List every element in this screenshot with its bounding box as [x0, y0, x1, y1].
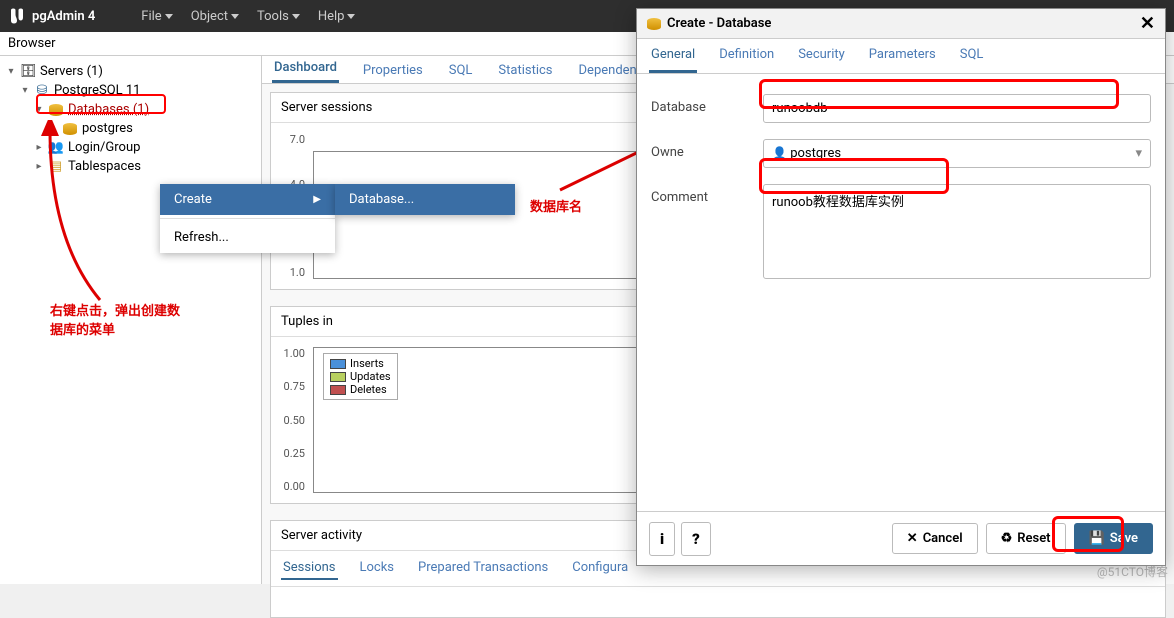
tree-tablespaces[interactable]: ▸▤Tablespaces [0, 157, 261, 176]
menu-object[interactable]: Object [191, 9, 239, 24]
database-input[interactable] [763, 94, 1151, 123]
users-icon: 👥 [48, 141, 64, 155]
database-icon [647, 18, 661, 30]
subtab-sessions[interactable]: Sessions [281, 557, 338, 580]
elephant-icon [8, 7, 26, 25]
create-database-dialog: Create - Database ✕ General Definition S… [636, 8, 1166, 566]
dialog-footer: i ? ✕Cancel ♻Reset 💾Save [637, 511, 1165, 565]
app-title: pgAdmin 4 [32, 9, 95, 24]
menu-tools[interactable]: Tools [257, 9, 300, 24]
database-icon [62, 122, 78, 136]
ctx-refresh[interactable]: Refresh... [160, 222, 335, 253]
ctx-sub-database[interactable]: Database... [335, 184, 515, 215]
activity-body [271, 587, 1165, 617]
owner-select[interactable]: 👤 postgres▾ [763, 139, 1151, 168]
annotation-menu: 右键点击，弹出创建数 据库的菜单 [50, 300, 190, 338]
tree-databases[interactable]: ▾Databases (1) [0, 100, 261, 119]
dlgtab-definition[interactable]: Definition [717, 39, 776, 73]
label-database: Database [651, 94, 751, 115]
save-icon: 💾 [1089, 531, 1105, 546]
label-owner: Owne [651, 139, 751, 160]
menu-file[interactable]: File [141, 9, 172, 24]
tree-postgresql[interactable]: ▾⛁PostgreSQL 11 [0, 81, 261, 100]
dlgtab-parameters[interactable]: Parameters [867, 39, 938, 73]
database-icon [48, 103, 64, 117]
chevron-right-icon: ▶ [313, 194, 321, 205]
servers-icon: 🗄 [20, 65, 36, 79]
y-axis-ticks: 1.000.750.500.250.00 [279, 345, 309, 495]
dlgtab-general[interactable]: General [649, 39, 697, 73]
ctx-create[interactable]: Create▶ [160, 184, 335, 215]
close-icon[interactable]: ✕ [1140, 13, 1155, 34]
tree-servers[interactable]: ▾🗄Servers (1) [0, 62, 261, 81]
subtab-locks[interactable]: Locks [358, 557, 397, 580]
close-icon: ✕ [907, 531, 918, 546]
menu-help[interactable]: Help [318, 9, 356, 24]
help-button[interactable]: ? [681, 522, 711, 556]
cancel-button[interactable]: ✕Cancel [892, 523, 978, 554]
chevron-down-icon [347, 14, 355, 19]
dialog-title: Create - Database [667, 16, 771, 31]
dialog-form: Database Owne 👤 postgres▾ Comment runoob… [637, 74, 1165, 511]
tree-login-group[interactable]: ▸👥Login/Group [0, 138, 261, 157]
reset-button[interactable]: ♻Reset [986, 523, 1066, 554]
label-comment: Comment [651, 184, 751, 205]
comment-textarea[interactable]: runoob教程数据库实例 [763, 184, 1151, 279]
chevron-down-icon [165, 14, 173, 19]
chevron-down-icon [231, 14, 239, 19]
chevron-down-icon: ▾ [1135, 146, 1142, 161]
tablespace-icon: ▤ [48, 160, 64, 174]
user-icon: 👤 [772, 146, 787, 160]
subtab-config[interactable]: Configura [570, 557, 630, 580]
tree-postgres-db[interactable]: ▸postgres [0, 119, 261, 138]
save-button[interactable]: 💾Save [1074, 523, 1153, 554]
context-menu: Create▶ Refresh... Database... [160, 184, 335, 253]
dlgtab-sql[interactable]: SQL [958, 39, 986, 73]
recycle-icon: ♻ [1001, 531, 1013, 546]
dialog-header[interactable]: Create - Database ✕ [637, 9, 1165, 39]
dlgtab-security[interactable]: Security [796, 39, 847, 73]
chevron-down-icon [292, 14, 300, 19]
annotation-dbname: 数据库名 [530, 196, 582, 215]
tab-sql[interactable]: SQL [447, 58, 475, 83]
subtab-prepared[interactable]: Prepared Transactions [416, 557, 550, 580]
app-logo: pgAdmin 4 [8, 7, 95, 25]
tab-statistics[interactable]: Statistics [496, 58, 554, 83]
tab-dashboard[interactable]: Dashboard [272, 55, 339, 83]
dialog-tabs: General Definition Security Parameters S… [637, 39, 1165, 74]
info-button[interactable]: i [649, 522, 675, 556]
elephant-icon: ⛁ [34, 84, 50, 98]
chart-legend: Inserts Updates Deletes [323, 353, 398, 400]
tab-properties[interactable]: Properties [361, 58, 425, 83]
browser-label: Browser [8, 36, 56, 51]
